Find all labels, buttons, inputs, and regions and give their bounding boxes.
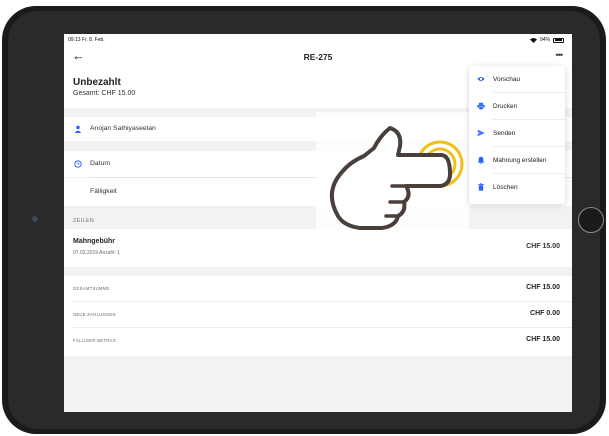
status-bar: 09:13 Fr. 8. Feb. 94% xyxy=(64,34,572,46)
line-item-amount: CHF 15.00 xyxy=(526,243,560,250)
due-amount-label: FÄLLIGER BETRAG xyxy=(73,338,117,343)
new-payments-label: NEUE ZAHLUNGEN xyxy=(73,312,116,317)
status-right: 94% xyxy=(529,37,564,43)
battery-icon xyxy=(553,37,564,43)
person-icon xyxy=(74,125,82,133)
due-amount-row: FÄLLIGER BETRAG CHF 15.00 xyxy=(64,328,572,354)
nav-bar: ← RE-275 ••• xyxy=(64,46,572,68)
line-item-sub: 07.02.2019 Anzahl: 1 xyxy=(73,250,120,256)
pointing-hand-icon xyxy=(330,126,464,230)
camera-icon xyxy=(32,216,38,222)
total-row: GESAMTSUMME CHF 15.00 xyxy=(64,276,572,302)
home-button[interactable] xyxy=(578,207,604,233)
battery-percent: 94% xyxy=(539,37,550,43)
menu-label-reminder: Mahnung erstellen xyxy=(493,157,547,164)
page-title: RE-275 xyxy=(303,52,333,62)
trash-icon xyxy=(478,183,484,191)
menu-item-reminder[interactable]: Mahnung erstellen xyxy=(469,147,565,174)
menu-item-send[interactable]: Senden xyxy=(469,120,565,147)
total-label: GESAMTSUMME xyxy=(73,286,110,291)
new-payments-row: NEUE ZAHLUNGEN CHF 0.00 xyxy=(64,302,572,328)
bell-icon xyxy=(477,156,485,164)
line-item-title: Mahngebühr xyxy=(73,238,115,245)
send-icon xyxy=(477,129,485,137)
totals-section: GESAMTSUMME CHF 15.00 NEUE ZAHLUNGEN CHF… xyxy=(64,276,572,356)
tutorial-overlay xyxy=(316,112,469,237)
customer-name: Anojan Sathiyaseelan xyxy=(90,125,156,132)
date-label: Datum xyxy=(90,160,111,167)
total-value: CHF 15.00 xyxy=(526,284,560,291)
menu-label-print: Drucken xyxy=(493,103,518,110)
invoice-total: Gesamt: CHF 15.00 xyxy=(73,90,136,97)
menu-item-delete[interactable]: Löschen xyxy=(469,174,565,201)
new-payments-value: CHF 0.00 xyxy=(530,310,560,317)
app-screen: 09:13 Fr. 8. Feb. 94% ← RE-275 ••• Unbez… xyxy=(64,34,572,412)
printer-icon xyxy=(477,102,485,110)
more-horizontal-icon[interactable]: ••• xyxy=(556,50,564,60)
status-time: 09:13 Fr. 8. Feb. xyxy=(68,37,105,43)
menu-label-send: Senden xyxy=(493,130,516,137)
clock-icon xyxy=(74,160,82,168)
eye-icon xyxy=(477,77,485,81)
actions-menu: Vorschau Drucken Senden Mahnung erstelle… xyxy=(469,66,565,204)
menu-item-preview[interactable]: Vorschau xyxy=(469,66,565,93)
lines-section-label: ZEILEN xyxy=(73,218,95,224)
menu-label-delete: Löschen xyxy=(493,184,518,191)
menu-label-preview: Vorschau xyxy=(493,76,521,83)
due-label: Fälligkeit xyxy=(90,188,117,195)
due-amount-value: CHF 15.00 xyxy=(526,336,560,343)
wifi-icon xyxy=(529,37,537,43)
menu-item-print[interactable]: Drucken xyxy=(469,93,565,120)
invoice-status: Unbezahlt xyxy=(73,77,121,88)
